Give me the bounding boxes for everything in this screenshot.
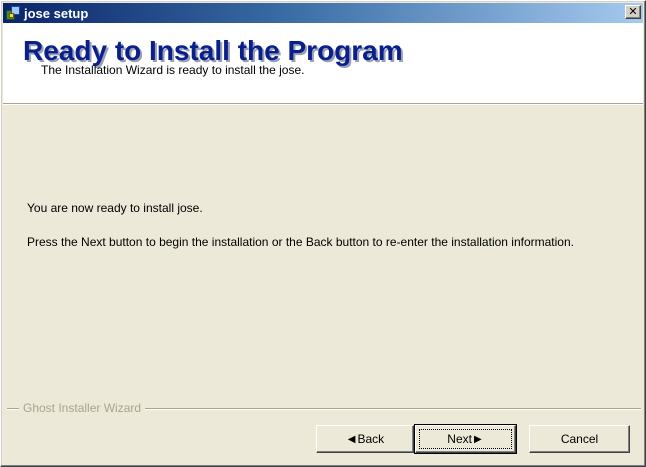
next-button[interactable]: Next ▶ [414,424,517,454]
back-button[interactable]: ◀ Back [316,425,414,453]
header-divider [3,103,643,105]
instructions-message: Press the Next button to begin the insta… [27,235,574,249]
chevron-left-icon: ◀ [347,433,356,445]
header-banner: Ready to Install the Program The Install… [3,23,643,103]
focus-indicator [419,429,512,449]
cancel-button[interactable]: Cancel [529,425,630,453]
setup-window: jose setup ✕ Ready to Install the Progra… [0,0,646,467]
setup-app-icon [5,5,21,21]
close-icon: ✕ [628,5,638,18]
wizard-brand-label: Ghost Installer Wizard [19,401,146,415]
ready-message: You are now ready to install jose. [27,201,203,215]
window-title: jose setup [24,5,89,21]
title-bar[interactable]: jose setup ✕ [3,3,643,23]
close-button[interactable]: ✕ [625,5,641,19]
cancel-button-label: Cancel [560,432,599,446]
back-button-label: Back [357,432,385,446]
page-subtitle: The Installation Wizard is ready to inst… [41,63,305,77]
